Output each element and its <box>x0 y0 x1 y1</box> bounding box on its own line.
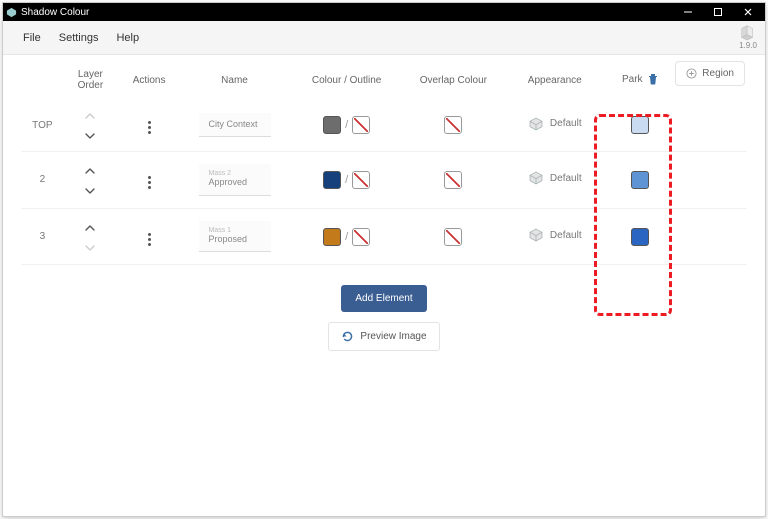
colour-swatch[interactable] <box>631 228 649 246</box>
preview-image-label: Preview Image <box>360 331 426 342</box>
app-icon <box>5 6 17 18</box>
logo-icon <box>737 23 759 41</box>
cube-icon <box>528 227 544 243</box>
menu-settings[interactable]: Settings <box>59 32 99 44</box>
colour-swatch-none[interactable] <box>352 116 370 134</box>
preview-image-button[interactable]: Preview Image <box>328 322 439 351</box>
colour-swatch-none[interactable] <box>444 228 462 246</box>
appearance-select[interactable]: Default <box>528 116 582 132</box>
table-row: TOPCity Context/Default <box>21 99 747 152</box>
colour-swatch-none[interactable] <box>444 171 462 189</box>
colour-swatch[interactable] <box>323 116 341 134</box>
move-down-button[interactable] <box>85 133 95 139</box>
appearance-select[interactable]: Default <box>528 170 582 186</box>
minimize-button[interactable] <box>673 3 703 21</box>
cube-icon <box>528 170 544 186</box>
menu-file[interactable]: File <box>23 32 41 44</box>
col-actions: Actions <box>117 61 181 99</box>
col-overlap-colour: Overlap Colour <box>405 61 501 99</box>
menubar: File Settings Help 1.9.0 <box>3 21 765 55</box>
trash-icon[interactable] <box>648 74 658 85</box>
close-button[interactable] <box>733 3 763 21</box>
add-element-label: Add Element <box>355 293 412 304</box>
content-area: Region Layer Order Actions Name Colour /… <box>3 55 765 516</box>
colour-swatch[interactable] <box>631 171 649 189</box>
region-button[interactable]: Region <box>675 61 745 86</box>
move-up-button[interactable] <box>85 168 95 174</box>
move-up-button[interactable] <box>85 225 95 231</box>
col-appearance: Appearance <box>501 61 608 99</box>
row-index: 2 <box>21 152 64 209</box>
menu-help[interactable]: Help <box>116 32 139 44</box>
app-window: Shadow Colour File Settings Help <box>2 2 766 517</box>
colour-swatch[interactable] <box>631 116 649 134</box>
move-down-button[interactable] <box>85 188 95 194</box>
name-input[interactable]: Mass 2Approved <box>199 164 271 196</box>
add-element-button[interactable]: Add Element <box>341 285 426 312</box>
cube-icon <box>528 116 544 132</box>
row-actions-menu[interactable] <box>148 233 151 246</box>
titlebar: Shadow Colour <box>3 3 765 21</box>
table-row: 3Mass 1Proposed/Default <box>21 208 747 265</box>
col-park: Park <box>608 61 672 99</box>
colour-swatch[interactable] <box>323 228 341 246</box>
name-input[interactable]: Mass 1Proposed <box>199 221 271 253</box>
region-button-label: Region <box>702 68 734 79</box>
row-index: TOP <box>21 99 64 152</box>
move-up-button <box>85 113 95 119</box>
row-actions-menu[interactable] <box>148 121 151 134</box>
window-title: Shadow Colour <box>21 7 673 18</box>
version-label: 1.9.0 <box>739 41 757 50</box>
table-row: 2Mass 2Approved/Default <box>21 152 747 209</box>
col-colour-outline: Colour / Outline <box>288 61 405 99</box>
col-name: Name <box>181 61 288 99</box>
move-down-button <box>85 245 95 251</box>
colour-swatch-none[interactable] <box>352 171 370 189</box>
colour-swatch[interactable] <box>323 171 341 189</box>
colour-swatch-none[interactable] <box>444 116 462 134</box>
appearance-select[interactable]: Default <box>528 227 582 243</box>
row-index: 3 <box>21 208 64 265</box>
layers-table: Layer Order Actions Name Colour / Outlin… <box>21 61 747 265</box>
colour-swatch-none[interactable] <box>352 228 370 246</box>
col-layer-order: Layer Order <box>64 61 117 99</box>
version-badge: 1.9.0 <box>737 23 759 50</box>
plus-circle-icon <box>686 68 697 79</box>
name-input[interactable]: City Context <box>199 113 271 138</box>
row-actions-menu[interactable] <box>148 176 151 189</box>
maximize-button[interactable] <box>703 3 733 21</box>
refresh-icon <box>341 330 354 343</box>
